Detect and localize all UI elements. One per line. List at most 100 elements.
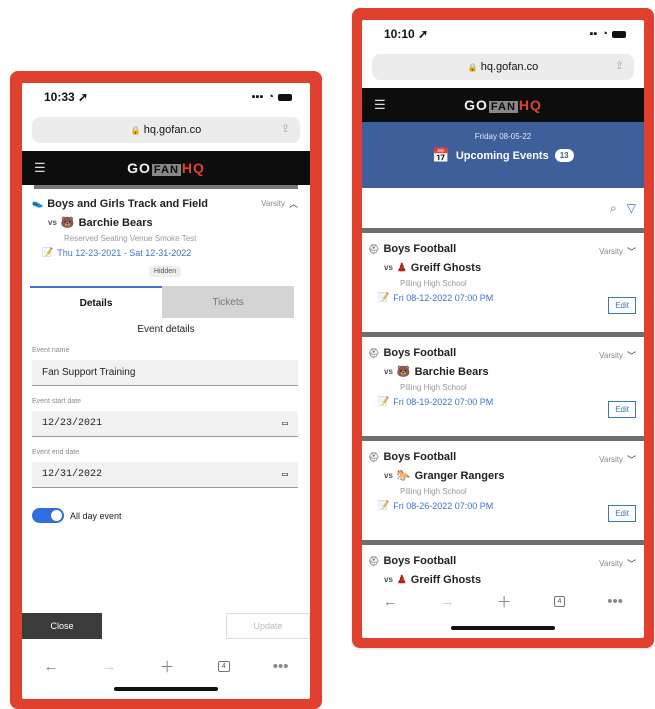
vs-label: vs	[384, 471, 393, 480]
event-level: Varsity ﹀	[599, 349, 636, 362]
event-dates: Thu 12-23-2021 - Sat 12-31-2022	[57, 247, 192, 258]
logo-hq: HQ	[518, 97, 542, 113]
end-date-label: Event end date	[32, 449, 80, 456]
url-text: hq.gofan.co	[480, 61, 539, 73]
share-icon[interactable]: ⇪	[615, 59, 624, 72]
filter-icon[interactable]: ▽	[627, 201, 636, 215]
home-indicator	[451, 626, 555, 630]
ghost-logo-icon: ♟	[396, 262, 407, 274]
bear-logo-icon: 🐻	[60, 217, 75, 229]
event-name-field[interactable]: Fan Support Training	[32, 360, 298, 386]
battery-icon	[612, 30, 626, 38]
event-row[interactable]: ⛑ Boys Football Varsity ﹀ vs ♟ Greiff Ghosts…	[362, 228, 644, 332]
chevron-down-icon[interactable]: ﹀	[627, 453, 636, 466]
level-label: Varsity	[261, 199, 285, 208]
new-tab-icon[interactable]: ＋	[160, 656, 175, 677]
right-screen: 10:10 ➚ ▪▪ ◔ 🔒 hq.gofan.co ⇪ ☰ GO FAN HQ F…	[362, 20, 644, 638]
all-day-row: All day event	[32, 508, 310, 523]
edit-button[interactable]: Edit	[608, 297, 636, 314]
start-date-field[interactable]: 12/23/2021 ▭	[32, 411, 298, 437]
url-bar[interactable]: 🔒 hq.gofan.co ⇪	[372, 54, 634, 80]
upcoming-banner: Friday 08-05-22 📅 Upcoming Events 13	[362, 122, 644, 188]
venue-name: Pilling High School	[400, 383, 467, 392]
app-header: ☰ GO FAN HQ	[22, 151, 310, 185]
more-icon[interactable]: •••	[607, 593, 623, 610]
status-bar: 10:33 ➚ ▪▪▪ ◔	[22, 83, 310, 111]
gofan-logo[interactable]: GO FAN HQ	[127, 160, 205, 176]
share-icon[interactable]: ⇪	[281, 122, 290, 135]
helmet-icon: ⛑	[368, 243, 380, 254]
calendar-edit-icon: 📝	[42, 247, 54, 257]
helmet-icon: ⛑	[368, 451, 380, 462]
vs-label: vs	[384, 367, 393, 376]
vs-label: vs	[384, 575, 393, 584]
new-tab-icon[interactable]: ＋	[497, 591, 512, 612]
forward-icon[interactable]: →	[102, 658, 117, 675]
chevron-up-icon[interactable]: ︿	[289, 197, 298, 210]
url-bar[interactable]: 🔒 hq.gofan.co ⇪	[32, 117, 300, 143]
home-indicator	[114, 687, 218, 691]
level-label: Varsity	[599, 351, 623, 360]
level-label: Varsity	[599, 559, 623, 568]
event-count-badge: 13	[554, 149, 574, 162]
event-level: Varsity ︿	[261, 197, 298, 210]
tab-tickets[interactable]: Tickets	[162, 286, 294, 318]
tab-details[interactable]: Details	[30, 286, 162, 318]
browser-toolbar: ← → ＋ 4 •••	[362, 586, 644, 616]
tabs-icon[interactable]: 4	[217, 660, 230, 672]
hidden-badge: Hidden	[148, 266, 182, 277]
chevron-down-icon[interactable]: ﹀	[627, 245, 636, 258]
edit-button[interactable]: Edit	[608, 401, 636, 418]
venue-name: Pilling High School	[400, 279, 467, 288]
all-day-label: All day event	[70, 510, 122, 521]
event-sport: Boys Football	[383, 347, 457, 359]
battery-icon	[278, 93, 292, 101]
chevron-down-icon[interactable]: ﹀	[627, 349, 636, 362]
event-row[interactable]: ⛑ Boys Football Varsity ﹀ vs 🐻 Barchie Bears…	[362, 332, 644, 436]
event-card: 👟 Boys and Girls Track and Field Varsity…	[22, 189, 310, 278]
right-phone: 10:10 ➚ ▪▪ ◔ 🔒 hq.gofan.co ⇪ ☰ GO FAN HQ F…	[352, 8, 654, 648]
event-sport: Boys Football	[383, 451, 457, 463]
gofan-logo[interactable]: GO FAN HQ	[464, 97, 542, 113]
forward-icon[interactable]: →	[440, 593, 455, 610]
close-button[interactable]: Close	[22, 613, 102, 639]
list-tools: ⌕ ▽	[362, 188, 644, 228]
more-icon[interactable]: •••	[273, 658, 289, 675]
left-phone: 10:33 ➚ ▪▪▪ ◔ 🔒 hq.gofan.co ⇪ ☰ GO FAN HQ …	[10, 71, 322, 709]
app-header: ☰ GO FAN HQ	[362, 88, 644, 122]
signal-icon: ▪▪	[589, 28, 598, 40]
start-date-value: 12/23/2021	[42, 418, 103, 429]
event-row[interactable]: ⛑ Boys Football Varsity ﹀ vs 🐎 Granger Range…	[362, 436, 644, 540]
all-day-toggle[interactable]	[32, 508, 64, 523]
edit-button[interactable]: Edit	[608, 505, 636, 522]
event-level: Varsity ﹀	[599, 245, 636, 258]
banner-date: Friday 08-05-22	[474, 132, 532, 141]
clock: 10:33 ➚	[44, 90, 89, 104]
helmet-icon: ⛑	[368, 555, 380, 566]
lock-icon: 🔒	[467, 62, 478, 72]
end-date-field[interactable]: 12/31/2022 ▭	[32, 462, 298, 488]
event-row[interactable]: ⛑ Boys Football Varsity ﹀ vs ♟ Greiff Ghosts	[362, 540, 644, 586]
action-buttons: Close Update	[22, 613, 310, 639]
calendar-edit-icon: 📝	[378, 292, 390, 302]
update-button[interactable]: Update	[226, 613, 310, 639]
start-date-label: Event start date	[32, 398, 82, 405]
helmet-icon: ⛑	[368, 347, 380, 358]
opponent-name: Barchie Bears	[78, 216, 153, 229]
chevron-down-icon[interactable]: ﹀	[627, 557, 636, 570]
hamburger-menu-icon[interactable]: ☰	[374, 97, 386, 113]
search-icon[interactable]: ⌕	[610, 201, 617, 216]
end-date-value: 12/31/2022	[42, 469, 103, 480]
back-icon[interactable]: ←	[44, 658, 59, 675]
calendar-icon[interactable]: ▭	[282, 418, 288, 430]
browser-toolbar: ← → ＋ 4 •••	[22, 651, 310, 681]
vs-label: vs	[384, 263, 393, 272]
tabs-icon[interactable]: 4	[553, 595, 566, 607]
hamburger-menu-icon[interactable]: ☰	[34, 160, 46, 176]
back-icon[interactable]: ←	[383, 593, 398, 610]
event-sport: Boys Football	[383, 555, 457, 567]
vs-label: vs	[48, 218, 57, 227]
level-label: Varsity	[599, 247, 623, 256]
calendar-icon[interactable]: ▭	[282, 469, 288, 481]
wifi-icon: ◔	[267, 91, 274, 103]
